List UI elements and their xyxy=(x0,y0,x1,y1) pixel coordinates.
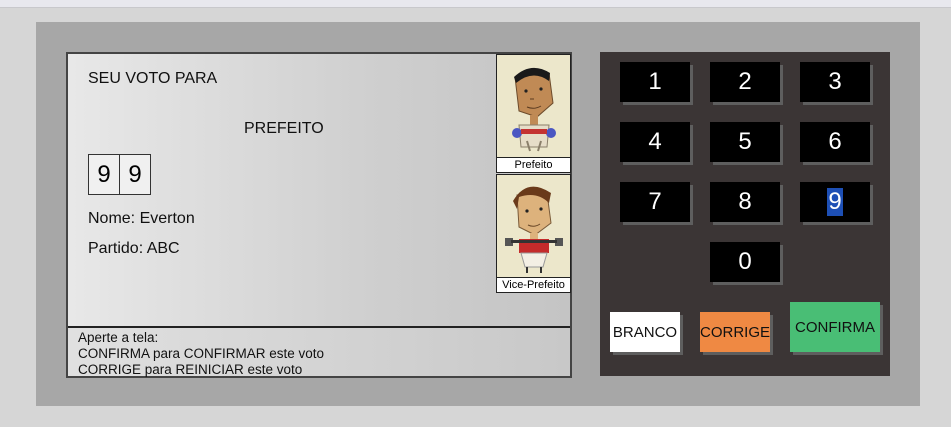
key-3-label: 3 xyxy=(828,68,842,95)
vice-mayor-photo-caption: Vice-Prefeito xyxy=(497,277,570,292)
mayor-photo: Prefeito xyxy=(496,54,571,173)
key-1-label: 1 xyxy=(648,68,662,95)
branco-button[interactable]: BRANCO xyxy=(610,312,680,352)
key-0-label: 0 xyxy=(738,248,752,275)
instructions-line-3: CORRIGE para REINICIAR este voto xyxy=(78,362,303,377)
voting-machine: SEU VOTO PARA PREFEITO 9 9 Nome: Everton… xyxy=(36,22,920,406)
key-8[interactable]: 8 xyxy=(710,182,780,222)
vote-header: SEU VOTO PARA xyxy=(88,70,218,87)
instructions-line-1: Aperte a tela: xyxy=(78,330,159,345)
candidate-name: Nome: Everton xyxy=(88,210,195,227)
key-9[interactable]: 9 xyxy=(800,182,870,222)
key-5-label: 5 xyxy=(738,128,752,155)
key-2-label: 2 xyxy=(738,68,752,95)
key-7-label: 7 xyxy=(648,188,662,215)
digit-box-1: 9 xyxy=(88,154,120,195)
key-8-label: 8 xyxy=(738,188,752,215)
digit-box-2: 9 xyxy=(119,154,151,195)
vice-mayor-avatar xyxy=(497,175,570,277)
key-0[interactable]: 0 xyxy=(710,242,780,282)
corrige-button[interactable]: CORRIGE xyxy=(700,312,770,352)
screen-instructions: Aperte a tela: CONFIRMA para CONFIRMAR e… xyxy=(68,326,570,377)
key-4[interactable]: 4 xyxy=(620,122,690,162)
key-6-label: 6 xyxy=(828,128,842,155)
browser-top-strip xyxy=(0,0,951,8)
instructions-line-2: CONFIRMA para CONFIRMAR este voto xyxy=(78,346,325,361)
mayor-photo-caption: Prefeito xyxy=(497,157,570,172)
key-7[interactable]: 7 xyxy=(620,182,690,222)
key-2[interactable]: 2 xyxy=(710,62,780,102)
key-6[interactable]: 6 xyxy=(800,122,870,162)
key-4-label: 4 xyxy=(648,128,662,155)
office-title: PREFEITO xyxy=(244,120,324,137)
keypad: 1 2 3 4 5 6 7 8 9 0 BRANCO CORRIGE CONFI… xyxy=(600,52,890,376)
key-1[interactable]: 1 xyxy=(620,62,690,102)
candidate-party: Partido: ABC xyxy=(88,240,180,257)
key-9-label: 9 xyxy=(827,188,843,216)
confirma-button[interactable]: CONFIRMA xyxy=(790,302,880,352)
mayor-avatar xyxy=(497,55,570,157)
candidate-number: 9 9 xyxy=(88,154,151,195)
vice-mayor-photo: Vice-Prefeito xyxy=(496,174,571,293)
key-3[interactable]: 3 xyxy=(800,62,870,102)
key-5[interactable]: 5 xyxy=(710,122,780,162)
vote-screen: SEU VOTO PARA PREFEITO 9 9 Nome: Everton… xyxy=(66,52,572,378)
